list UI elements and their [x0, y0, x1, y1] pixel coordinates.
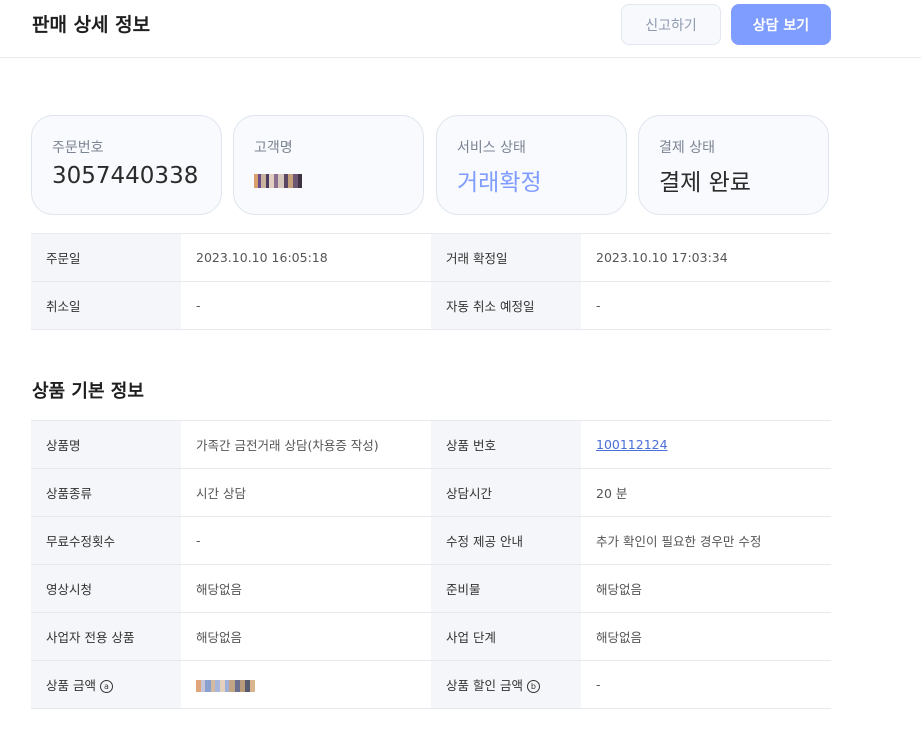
video-value: 해당없음	[181, 564, 431, 613]
customer-name-redacted	[254, 174, 302, 188]
card-label: 주문번호	[52, 140, 104, 156]
table-row: 주문일 2023.10.10 16:05:18 거래 확정일 2023.10.1…	[31, 233, 831, 282]
table-row: 취소일 - 자동 취소 예정일 -	[31, 281, 831, 330]
consult-time-value: 20 분	[581, 468, 831, 517]
business-stage-value: 해당없음	[581, 612, 831, 661]
product-number-link[interactable]: 100112124	[596, 437, 668, 452]
product-type-value: 시간 상담	[181, 468, 431, 517]
circled-a-icon: a	[99, 680, 113, 693]
revision-guide-label: 수정 제공 안내	[431, 516, 581, 565]
table-row: 사업자 전용 상품 해당없음 사업 단계 해당없음	[31, 612, 831, 661]
page-header: 판매 상세 정보 신고하기 상담 보기	[0, 0, 921, 58]
consult-time-label: 상담시간	[431, 468, 581, 517]
service-status-card: 서비스 상태 거래확정	[436, 115, 627, 215]
cancel-date-value: -	[181, 281, 431, 330]
materials-label: 준비물	[431, 564, 581, 613]
product-price-redacted	[181, 660, 431, 709]
table-row: 영상시청 해당없음 준비물 해당없음	[31, 564, 831, 613]
materials-value: 해당없음	[581, 564, 831, 613]
report-button[interactable]: 신고하기	[621, 4, 721, 45]
business-only-label: 사업자 전용 상품	[31, 612, 181, 661]
order-number-card: 주문번호 3057440338	[31, 115, 222, 215]
product-type-label: 상품종류	[31, 468, 181, 517]
business-only-value: 해당없음	[181, 612, 431, 661]
revision-guide-value: 추가 확인이 필요한 경우만 수정	[581, 516, 831, 565]
business-stage-label: 사업 단계	[431, 612, 581, 661]
table-row: 상품 금액 a 상품 할인 금액 b -	[31, 660, 831, 709]
table-row: 무료수정횟수 - 수정 제공 안내 추가 확인이 필요한 경우만 수정	[31, 516, 831, 565]
product-name-label: 상품명	[31, 420, 181, 469]
table-row: 상품종류 시간 상담 상담시간 20 분	[31, 468, 831, 517]
product-price-label-cell: 상품 금액 a	[31, 660, 181, 709]
order-number-value: 3057440338	[52, 163, 199, 189]
video-label: 영상시청	[31, 564, 181, 613]
payment-status-value: 결제 완료	[659, 170, 751, 196]
product-info-table: 상품명 가족간 금전거래 상담(차용증 작성) 상품 번호 100112124 …	[31, 420, 831, 709]
free-revision-label: 무료수정횟수	[31, 516, 181, 565]
cancel-date-label: 취소일	[31, 281, 181, 330]
card-label: 결제 상태	[659, 140, 715, 156]
order-date-value: 2023.10.10 16:05:18	[181, 233, 431, 282]
discount-value: -	[581, 660, 831, 709]
circled-b-icon: b	[526, 680, 540, 693]
product-name-value: 가족간 금전거래 상담(차용증 작성)	[181, 420, 431, 469]
table-row: 상품명 가족간 금전거래 상담(차용증 작성) 상품 번호 100112124	[31, 420, 831, 469]
page-title: 판매 상세 정보	[32, 14, 151, 36]
discount-label: 상품 할인 금액	[446, 678, 523, 693]
free-revision-value: -	[181, 516, 431, 565]
customer-name-card: 고객명	[233, 115, 424, 215]
product-number-label: 상품 번호	[431, 420, 581, 469]
confirm-date-label: 거래 확정일	[431, 233, 581, 282]
product-section-title: 상품 기본 정보	[32, 381, 144, 402]
price-redacted-blur	[196, 679, 255, 692]
discount-label-cell: 상품 할인 금액 b	[431, 660, 581, 709]
card-label: 고객명	[254, 140, 293, 156]
order-date-label: 주문일	[31, 233, 181, 282]
auto-cancel-date-value: -	[581, 281, 831, 330]
auto-cancel-date-label: 자동 취소 예정일	[431, 281, 581, 330]
confirm-date-value: 2023.10.10 17:03:34	[581, 233, 831, 282]
card-label: 서비스 상태	[457, 140, 526, 156]
service-status-value: 거래확정	[457, 170, 542, 196]
order-date-table: 주문일 2023.10.10 16:05:18 거래 확정일 2023.10.1…	[31, 233, 831, 330]
view-consultation-button[interactable]: 상담 보기	[731, 4, 831, 45]
product-number-cell: 100112124	[581, 420, 831, 469]
product-price-label: 상품 금액	[46, 678, 96, 693]
payment-status-card: 결제 상태 결제 완료	[638, 115, 829, 215]
